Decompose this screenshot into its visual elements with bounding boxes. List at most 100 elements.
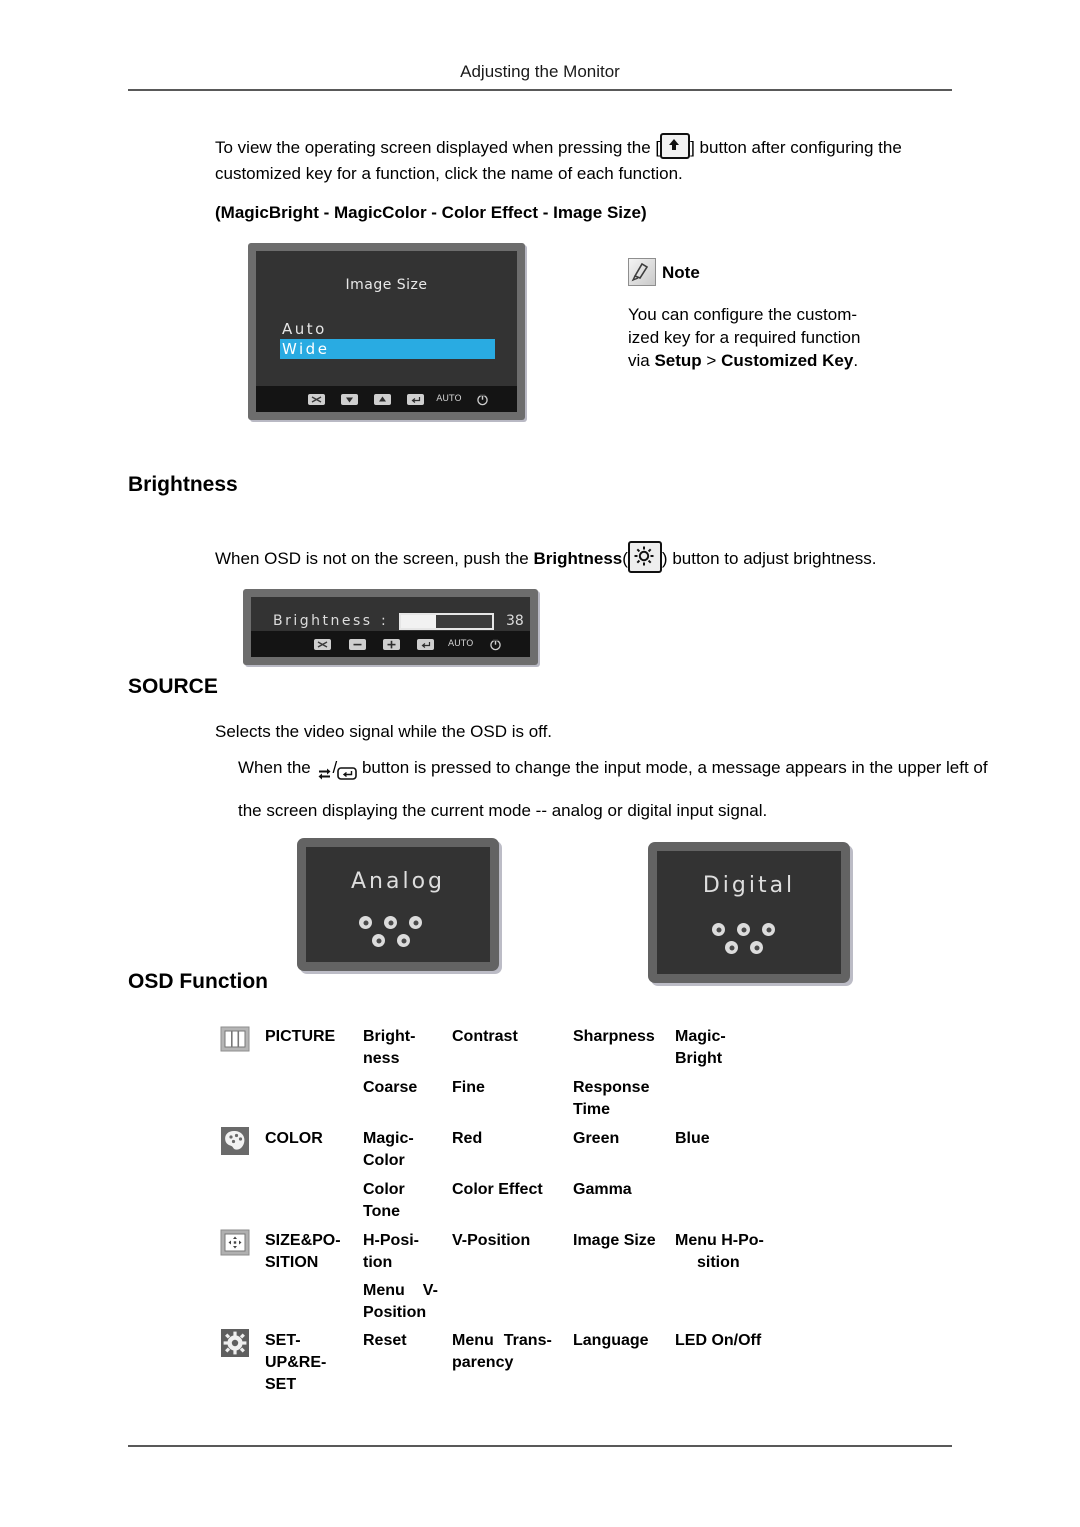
cell-language: Language xyxy=(573,1332,649,1349)
function-list-line: (MagicBright - MagicColor - Color Effect… xyxy=(215,203,647,222)
intro-line1-pre: To view the operating screen displayed w… xyxy=(215,138,661,157)
osd-power-button[interactable] xyxy=(466,393,499,406)
osd-up-button[interactable] xyxy=(366,393,399,405)
cell-h-position-part1: H-Posi- xyxy=(363,1232,419,1249)
size-label-part2: SITION xyxy=(265,1254,319,1271)
cell-green: Green xyxy=(573,1130,620,1147)
cell-menu-h-position: Menu H-Po-sition xyxy=(675,1230,764,1274)
digital-dot-1 xyxy=(712,923,725,936)
cell-menu-h-position-part2: sition xyxy=(697,1254,740,1271)
brightness-button-icon xyxy=(627,541,662,573)
image-size-osd-screen: Image Size Auto Wide AUTO xyxy=(256,251,517,412)
analog-panel-screen: Analog xyxy=(306,847,490,962)
brightness-osd-button-bar: AUTO xyxy=(251,631,530,657)
cell-menu-h-position-part1: Menu H-Po- xyxy=(675,1232,764,1249)
cell-gamma: Gamma xyxy=(573,1181,632,1198)
picture-icon xyxy=(220,1024,250,1054)
digital-panel-text: Digital xyxy=(702,873,796,898)
setup-label-part3: SET xyxy=(265,1376,297,1393)
cell-color-effect: Color Effect xyxy=(452,1181,543,1198)
close-icon xyxy=(308,393,326,405)
cell-red: Red xyxy=(452,1130,483,1147)
source-line2-pre: When the xyxy=(238,758,316,777)
note-label: Note xyxy=(662,263,700,282)
source-line2: When the / button is pressed to change t… xyxy=(238,755,1058,786)
power-icon xyxy=(477,393,488,405)
brightness-power-button[interactable] xyxy=(479,638,513,651)
brightness-osd-panel: Brightness : 38 AUTO xyxy=(243,589,538,665)
up-icon xyxy=(373,393,391,405)
cell-menu-v-position-part2: V- xyxy=(422,1282,438,1299)
brightness-slider[interactable] xyxy=(399,613,494,630)
brightness-description: When OSD is not on the screen, push the … xyxy=(215,541,975,573)
table-row-size-position-label: SIZE&PO- SITION xyxy=(265,1230,341,1274)
cell-menu-v-position-part3: Position xyxy=(363,1304,427,1321)
osd-down-button[interactable] xyxy=(333,393,366,405)
brightness-minus-button[interactable] xyxy=(340,638,374,650)
cell-response-time-part2: Time xyxy=(573,1101,611,1118)
cell-menu-v-position-part1: Menu xyxy=(363,1282,405,1299)
source-line1: Selects the video signal while the OSD i… xyxy=(215,722,553,741)
source-swap-icon xyxy=(316,760,333,786)
brightness-desc-post: button to adjust brightness. xyxy=(667,549,877,568)
note-line2: ized key for a required function xyxy=(628,328,861,347)
image-size-option-wide[interactable]: Wide xyxy=(280,339,495,359)
note-customized-key-keyword: Customized Key xyxy=(721,351,854,370)
image-size-option-auto[interactable]: Auto xyxy=(282,320,327,338)
brightness-slider-fill xyxy=(401,615,436,628)
cell-magicbright-part1: Magic- xyxy=(675,1028,726,1045)
cell-menu-transparency-part2: Trans- xyxy=(503,1332,552,1349)
brightness-heading: Brightness xyxy=(128,473,238,496)
source-line3: the screen displaying the current mode -… xyxy=(238,801,768,820)
cell-response-time-part1: Response xyxy=(573,1079,650,1096)
analog-dot-2 xyxy=(384,916,397,929)
size-label-part1: SIZE&PO- xyxy=(265,1232,341,1249)
source-heading: SOURCE xyxy=(128,675,218,698)
osd-enter-button[interactable] xyxy=(399,393,432,405)
brightness-close-button[interactable] xyxy=(306,638,340,650)
enter-icon xyxy=(417,638,435,650)
cell-coarse: Coarse xyxy=(363,1079,418,1096)
analog-dot-3 xyxy=(409,916,422,929)
power-icon xyxy=(490,638,501,650)
cell-menu-transparency-part1: Menu xyxy=(452,1332,494,1349)
cell-h-position-part2: tion xyxy=(363,1254,393,1271)
close-icon xyxy=(314,638,332,650)
note-body: You can configure the custom- ized key f… xyxy=(628,303,928,372)
analog-panel-text: Analog xyxy=(350,869,445,894)
osd-close-button[interactable] xyxy=(300,393,333,405)
brightness-osd-value: 38 xyxy=(506,613,524,629)
cell-image-size: Image Size xyxy=(573,1232,656,1249)
analog-signal-panel: Analog xyxy=(297,838,499,971)
brightness-plus-button[interactable] xyxy=(374,638,408,650)
enter-icon xyxy=(406,393,424,405)
image-size-osd-panel: Image Size Auto Wide AUTO xyxy=(248,243,525,420)
brightness-keyword: Brightness xyxy=(533,549,623,568)
brightness-osd-colon: : xyxy=(381,613,386,629)
intro-line1-post: ] button after configuring the xyxy=(690,138,902,157)
brightness-auto-button[interactable]: AUTO xyxy=(443,639,479,649)
note-icon xyxy=(628,258,656,286)
cell-reset: Reset xyxy=(363,1332,407,1349)
cell-magicbright: Magic- Bright xyxy=(675,1026,726,1070)
source-line2-post: button is pressed to change the input mo… xyxy=(357,758,988,777)
osd-auto-button[interactable]: AUTO xyxy=(432,394,466,404)
brightness-desc-pre: When OSD is not on the screen, push the xyxy=(215,549,534,568)
minus-icon xyxy=(348,638,366,650)
cell-brightness: Bright-ness xyxy=(363,1026,415,1070)
brightness-enter-button[interactable] xyxy=(408,638,442,650)
table-row-color-label: COLOR xyxy=(265,1130,323,1147)
cell-magiccolor: Magic- Color xyxy=(363,1128,414,1172)
cell-sharpness: Sharpness xyxy=(573,1028,655,1045)
digital-dot-5 xyxy=(750,941,763,954)
cell-magiccolor-part1: Magic- xyxy=(363,1130,414,1147)
note-line3-mid: > xyxy=(701,351,722,370)
intro-paragraph: To view the operating screen displayed w… xyxy=(215,133,960,187)
analog-dot-5 xyxy=(397,934,410,947)
digital-signal-panel: Digital xyxy=(648,842,850,983)
cell-color-tone: Color Tone xyxy=(363,1179,405,1223)
cell-brightness-part2: ness xyxy=(363,1050,400,1067)
cell-menu-transparency: Menu Trans-parency xyxy=(452,1330,552,1374)
note-setup-keyword: Setup xyxy=(654,351,702,370)
intro-line2: customized key for a function, click the… xyxy=(215,164,683,183)
